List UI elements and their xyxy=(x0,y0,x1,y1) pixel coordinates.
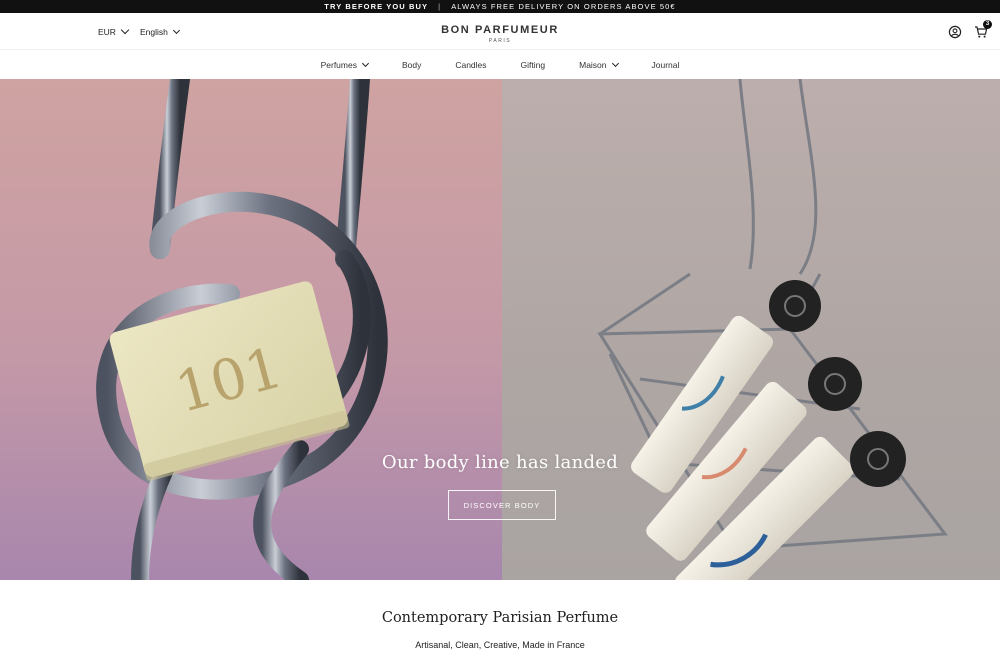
announcement-bar: TRY BEFORE YOU BUY | ALWAYS FREE DELIVER… xyxy=(0,0,1000,13)
announcement-separator: | xyxy=(438,2,442,11)
nav-item-label: Journal xyxy=(651,59,680,70)
header-icons: 3 xyxy=(948,13,992,50)
user-icon xyxy=(948,25,962,38)
nav-item-maison[interactable]: Maison xyxy=(562,60,634,70)
nav-item-label: Gifting xyxy=(520,59,546,70)
account-button[interactable] xyxy=(948,25,962,39)
hero-headline: Our body line has landed xyxy=(381,452,619,473)
nav-item-perfumes[interactable]: Perfumes xyxy=(304,60,385,70)
brand-logo[interactable]: BON PARFUMEUR PARIS xyxy=(0,24,1000,44)
nav-item-body[interactable]: Body xyxy=(385,60,438,70)
announcement-secondary: ALWAYS FREE DELIVERY ON ORDERS ABOVE 50€ xyxy=(451,2,676,11)
intro-title: Contemporary Parisian Perfume xyxy=(381,610,619,626)
brand-city: PARIS xyxy=(488,38,512,44)
chevron-down-icon xyxy=(611,59,619,68)
nav-item-gifting[interactable]: Gifting xyxy=(504,60,563,70)
intro-subtitle: Artisanal, Clean, Creative, Made in Fran… xyxy=(415,640,585,650)
cart-count-badge: 3 xyxy=(983,19,992,29)
nav-item-label: Perfumes xyxy=(320,59,357,70)
cart-button[interactable]: 3 xyxy=(974,19,992,39)
chevron-down-icon xyxy=(361,59,370,68)
nav-item-label: Candles xyxy=(455,59,487,70)
nav-item-label: Maison xyxy=(579,59,607,70)
announcement-primary[interactable]: TRY BEFORE YOU BUY xyxy=(324,2,428,11)
discover-body-button[interactable]: DISCOVER BODY xyxy=(448,490,556,520)
nav-item-journal[interactable]: Journal xyxy=(635,60,697,70)
hero-banner[interactable]: 101 Our body line has landed DISCOVER BO… xyxy=(0,79,1000,580)
site-header: EUR English BON PARFUMEUR PARIS 3 xyxy=(0,13,1000,50)
intro-section: Contemporary Parisian Perfume Artisanal,… xyxy=(0,580,1000,650)
brand-name: BON PARFUMEUR xyxy=(441,24,559,36)
nav-item-candles[interactable]: Candles xyxy=(438,60,503,70)
nav-item-label: Body xyxy=(401,59,422,70)
main-nav: Perfumes Body Candles Gifting Maison Jou… xyxy=(0,50,1000,79)
